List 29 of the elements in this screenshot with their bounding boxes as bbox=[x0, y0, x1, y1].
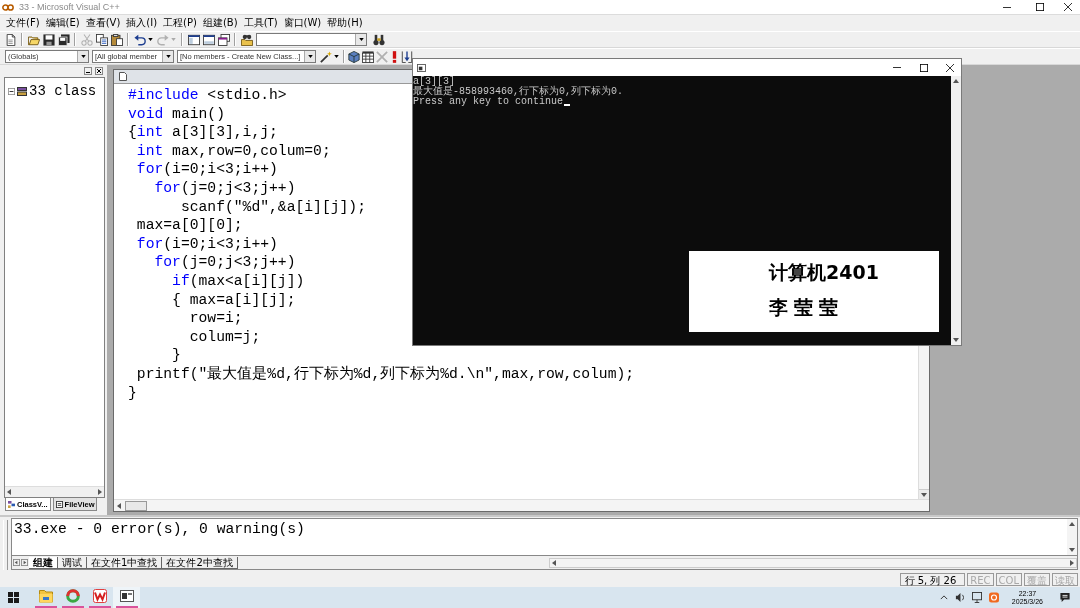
code-line: for(j=0;j<3;j++) bbox=[154, 178, 296, 198]
status-indicator: 覆盖 bbox=[1024, 573, 1050, 586]
code-line: for(j=0;j<3;j++) bbox=[154, 253, 296, 272]
code-line: colum=j; bbox=[189, 327, 261, 347]
code-line: } bbox=[128, 383, 137, 403]
code-line: void main() bbox=[128, 104, 225, 124]
console-line: 最大值是-858993460,行下标为0,列下标为0. bbox=[413, 87, 623, 97]
code-line: #include <stdio.h> bbox=[128, 86, 287, 105]
code-line: {int a[3][3],i,j; bbox=[128, 123, 278, 142]
code-line: for(i=0;i<3;i++) bbox=[136, 234, 278, 254]
code-line: for(i=0;i<3;i++) bbox=[136, 160, 278, 179]
code-line: } bbox=[172, 346, 181, 365]
code-line: scanf("%d",&a[i][j]); bbox=[180, 197, 366, 217]
build-output-line: 33.exe - 0 error(s), 0 warning(s) bbox=[14, 520, 305, 538]
code-line: int max,row=0,colum=0; bbox=[136, 141, 331, 161]
class-label: 计算机2401 bbox=[769, 259, 879, 285]
code-line: max=a[0][0]; bbox=[136, 216, 243, 235]
cursor-position: 行 5, 列 26 bbox=[899, 573, 966, 586]
code-line: { max=a[i][j]; bbox=[172, 290, 296, 310]
console-line: Press any key to continue bbox=[413, 97, 564, 107]
status-indicator: 读取 bbox=[1052, 573, 1078, 586]
status-indicator: REC bbox=[967, 573, 994, 586]
console-line: a[3][3] bbox=[413, 77, 455, 87]
code-line: printf("最大值是%d,行下标为%d,列下标为%d.\n",max,row,colum); bbox=[136, 364, 635, 384]
student-name: 李莹莹 bbox=[769, 295, 844, 321]
code-line: if(max<a[i][j]) bbox=[172, 271, 305, 291]
status-indicator: COL bbox=[995, 573, 1022, 586]
window-title: 33 - Microsoft Visual C++ bbox=[19, 2, 120, 12]
code-line: row=i; bbox=[189, 309, 243, 328]
